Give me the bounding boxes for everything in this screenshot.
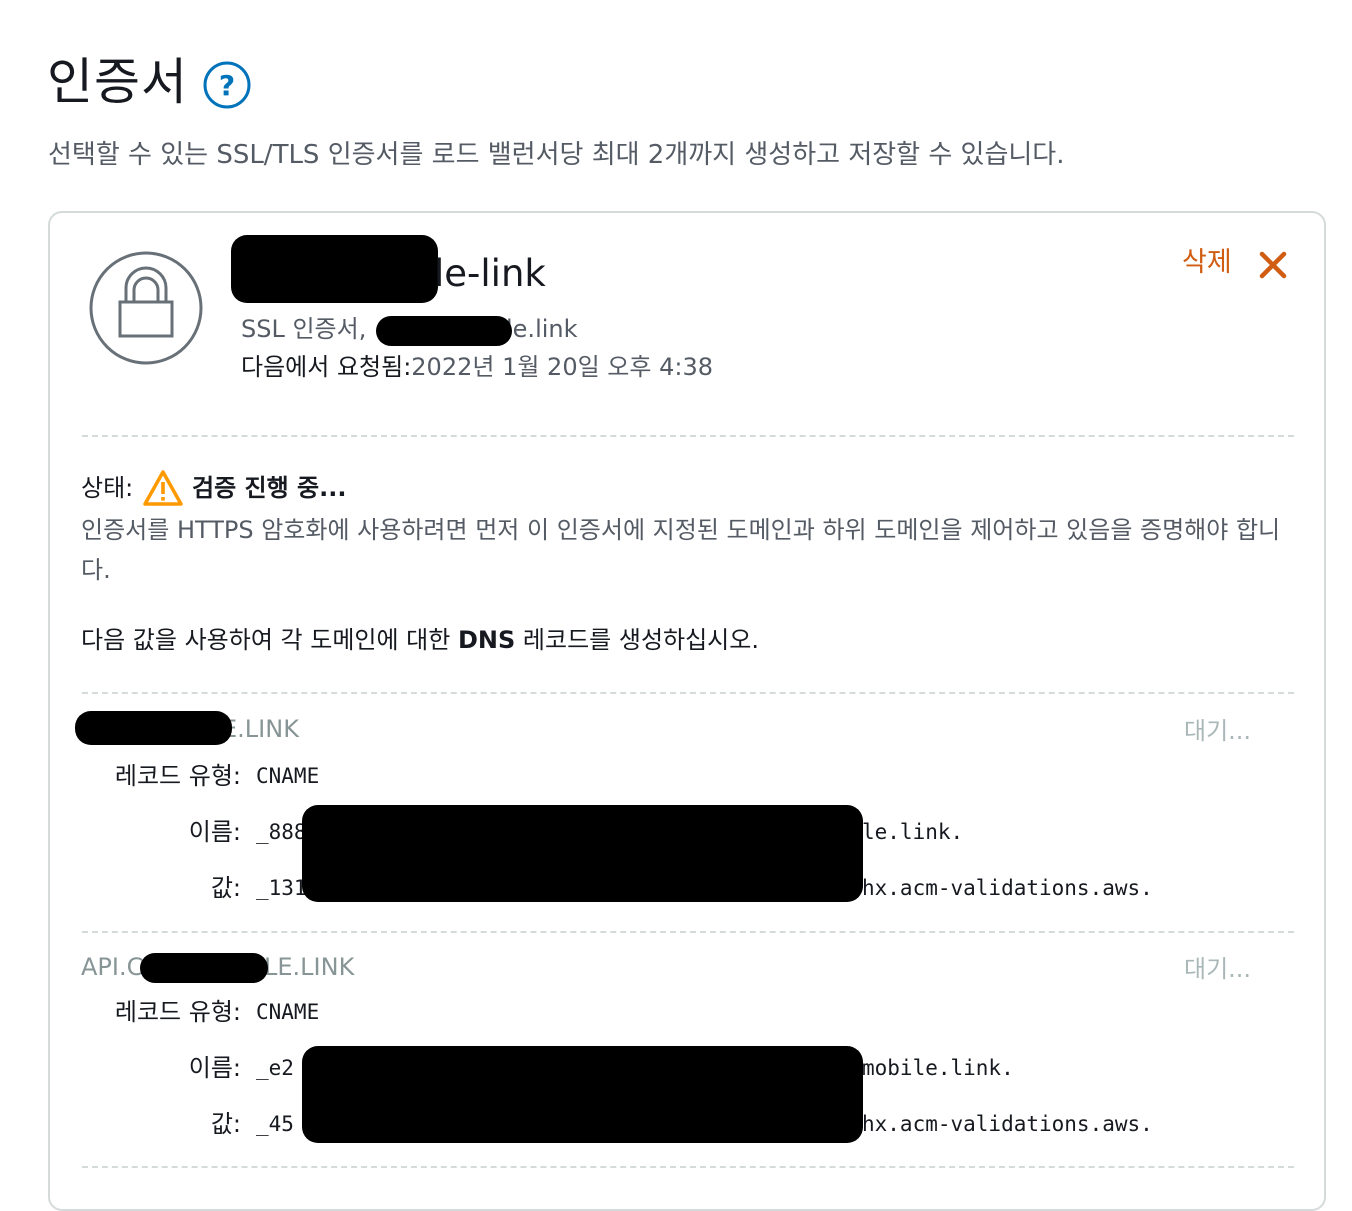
record-name-suffix: mobile.link. [862,1056,1014,1080]
record-value-prefix: _131 [256,876,307,900]
status-text: 검증 진행 중... [192,474,347,502]
divider [82,1166,1294,1168]
certificate-domain: le.link [506,315,578,343]
requested-value: 2022년 1월 20일 오후 4:38 [411,353,713,381]
redacted-block [302,1046,863,1143]
record-type-value: CNAME [256,1000,320,1024]
help-icon[interactable]: ? [202,60,252,110]
close-icon[interactable] [1259,251,1287,279]
instruction-text: 다음 값을 사용하여 각 도메인에 대한 [81,626,458,654]
certificate-name: le-link [434,252,546,295]
dns-instruction: 다음 값을 사용하여 각 도메인에 대한 DNS 레코드를 생성하십시오. [81,622,759,658]
record-type-label: 레코드 유형: [114,762,241,790]
divider [82,931,1294,933]
redacted-block [302,805,863,902]
record-domain: E.LINK [222,715,299,743]
record-value-suffix: hx.acm-validations.aws. [862,876,1153,900]
redacted-block [376,316,512,346]
record-name-suffix: le.link. [862,820,964,844]
record-value-suffix: hx.acm-validations.aws. [862,1112,1153,1136]
record-value-label: 값: [210,1110,241,1138]
warning-icon [143,470,183,506]
status-description: 인증서를 HTTPS 암호화에 사용하려면 먼저 이 인증서에 지정된 도메인과… [81,516,1281,584]
divider [82,692,1294,694]
record-name-prefix: _e2 [256,1056,294,1080]
page-title: 인증서 [47,53,188,111]
record-value-label: 값: [210,874,241,902]
certificate-type-label: SSL 인증서, [241,315,367,343]
divider [82,435,1294,437]
record-domain: LE.LINK [264,953,355,981]
requested-label: 다음에서 요청됨: [241,353,412,381]
record-status: 대기... [1184,717,1252,745]
delete-button[interactable]: 삭제 [1182,244,1232,282]
record-type-label: 레코드 유형: [114,998,241,1026]
record-value-prefix: _45 [256,1112,294,1136]
page-subtitle: 선택할 수 있는 SSL/TLS 인증서를 로드 밸런서당 최대 2개까지 생성… [48,140,1065,170]
svg-text:?: ? [219,69,235,102]
record-domain-prefix: API.C [81,953,144,981]
record-name-label: 이름: [188,818,241,846]
record-type-value: CNAME [256,764,320,788]
record-name-prefix: _888 [256,820,307,844]
record-status: 대기... [1184,955,1252,983]
status-label: 상태: [81,474,134,502]
record-name-label: 이름: [188,1054,241,1082]
redacted-block [75,711,232,745]
certificate-type: SSL 인증서, le.link [241,312,578,346]
redacted-block [231,235,438,303]
requested-date: 다음에서 요청됨:2022년 1월 20일 오후 4:38 [241,350,713,384]
instruction-text-end: 레코드를 생성하십시오. [515,626,759,654]
redacted-block [140,953,268,983]
instruction-bold: DNS [457,626,516,654]
lock-icon [89,251,203,365]
